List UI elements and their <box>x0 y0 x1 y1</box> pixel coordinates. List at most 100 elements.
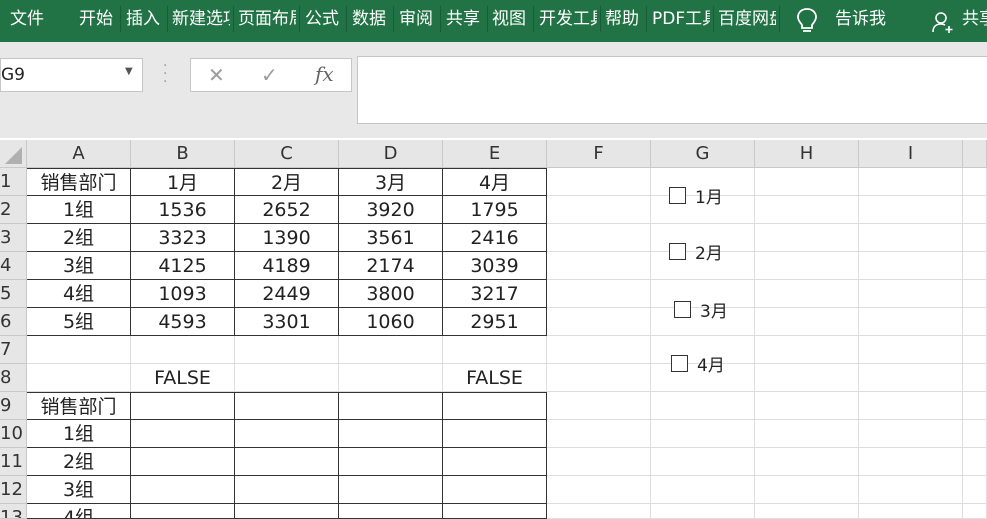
checkbox-apr[interactable]: 4月 <box>671 351 725 376</box>
row-header[interactable]: 4 <box>0 252 27 280</box>
select-all-corner[interactable] <box>0 140 27 168</box>
cell[interactable] <box>963 392 987 420</box>
cell[interactable]: 4组 <box>27 504 131 519</box>
cell[interactable]: 4125 <box>131 252 235 280</box>
cell[interactable]: FALSE <box>443 364 547 392</box>
cell[interactable] <box>651 476 755 504</box>
cell[interactable] <box>859 476 963 504</box>
cell[interactable]: 销售部门 <box>27 392 131 420</box>
cell[interactable]: 5组 <box>27 308 131 336</box>
cell[interactable] <box>963 308 987 336</box>
cell[interactable]: 3800 <box>339 280 443 308</box>
cell[interactable] <box>235 336 339 364</box>
cell[interactable]: 2174 <box>339 252 443 280</box>
cell[interactable] <box>547 476 651 504</box>
cell[interactable] <box>443 448 547 476</box>
cell[interactable]: 1060 <box>339 308 443 336</box>
cell[interactable]: 1795 <box>443 196 547 224</box>
cell[interactable]: 3217 <box>443 280 547 308</box>
row-header[interactable]: 1 <box>0 168 27 196</box>
cell[interactable] <box>131 336 235 364</box>
cell[interactable]: 3301 <box>235 308 339 336</box>
row-header[interactable]: 12 <box>0 476 27 504</box>
cell[interactable] <box>235 448 339 476</box>
column-header[interactable]: I <box>859 140 963 168</box>
cell[interactable] <box>859 196 963 224</box>
cell[interactable] <box>755 196 859 224</box>
checkbox-box[interactable] <box>669 186 686 204</box>
cell[interactable] <box>443 476 547 504</box>
cell[interactable] <box>755 504 859 519</box>
row-header[interactable]: 6 <box>0 308 27 336</box>
cell[interactable] <box>547 420 651 448</box>
cell[interactable] <box>859 364 963 392</box>
cell[interactable] <box>339 392 443 420</box>
cell[interactable] <box>339 364 443 392</box>
cell[interactable] <box>131 392 235 420</box>
cell[interactable] <box>443 420 547 448</box>
checkbox-box[interactable] <box>674 300 691 318</box>
cell[interactable]: 4月 <box>443 168 547 196</box>
cell[interactable]: 2449 <box>235 280 339 308</box>
cell[interactable]: 1536 <box>131 196 235 224</box>
row-header[interactable]: 9 <box>0 392 27 420</box>
cell[interactable] <box>547 448 651 476</box>
cell[interactable] <box>235 476 339 504</box>
row-header[interactable]: 7 <box>0 336 27 364</box>
cell[interactable] <box>859 336 963 364</box>
cell[interactable] <box>131 504 235 519</box>
cell[interactable]: 2951 <box>443 308 547 336</box>
cell[interactable] <box>443 336 547 364</box>
column-header[interactable]: B <box>131 140 235 168</box>
cell[interactable] <box>963 196 987 224</box>
cell[interactable] <box>963 504 987 519</box>
cell[interactable] <box>859 504 963 519</box>
cell[interactable] <box>859 392 963 420</box>
checkbox-mar[interactable]: 3月 <box>674 297 728 322</box>
cell[interactable] <box>963 224 987 252</box>
cell[interactable] <box>547 392 651 420</box>
cell[interactable]: 1390 <box>235 224 339 252</box>
checkbox-jan[interactable]: 1月 <box>669 183 723 208</box>
cell[interactable] <box>547 252 651 280</box>
cell[interactable]: 1组 <box>27 420 131 448</box>
cell[interactable] <box>547 168 651 196</box>
cell[interactable] <box>755 476 859 504</box>
cell[interactable] <box>339 504 443 519</box>
cell[interactable] <box>547 280 651 308</box>
column-header[interactable]: C <box>235 140 339 168</box>
cell[interactable] <box>547 308 651 336</box>
cell[interactable] <box>443 392 547 420</box>
cell[interactable] <box>547 364 651 392</box>
cell[interactable] <box>963 252 987 280</box>
cell[interactable] <box>755 364 859 392</box>
cell[interactable]: 2416 <box>443 224 547 252</box>
cell[interactable] <box>963 280 987 308</box>
cell[interactable] <box>443 504 547 519</box>
cell[interactable] <box>235 364 339 392</box>
cell[interactable] <box>963 168 987 196</box>
cell[interactable] <box>859 252 963 280</box>
cell[interactable]: 2月 <box>235 168 339 196</box>
cell[interactable]: 3323 <box>131 224 235 252</box>
cell[interactable] <box>27 364 131 392</box>
column-header[interactable]: A <box>27 140 131 168</box>
row-header[interactable]: 3 <box>0 224 27 252</box>
cell[interactable] <box>755 224 859 252</box>
cell[interactable] <box>963 476 987 504</box>
cell[interactable]: 1组 <box>27 196 131 224</box>
column-header[interactable]: D <box>339 140 443 168</box>
cell[interactable]: FALSE <box>131 364 235 392</box>
checkbox-feb[interactable]: 2月 <box>669 239 723 264</box>
cell[interactable] <box>755 280 859 308</box>
cell[interactable] <box>651 420 755 448</box>
column-header[interactable]: H <box>755 140 859 168</box>
cell[interactable]: 2652 <box>235 196 339 224</box>
cell[interactable] <box>547 196 651 224</box>
cell[interactable] <box>755 448 859 476</box>
cell[interactable] <box>963 336 987 364</box>
cell[interactable] <box>755 168 859 196</box>
column-header[interactable]: F <box>547 140 651 168</box>
cell[interactable] <box>651 392 755 420</box>
cell[interactable] <box>963 364 987 392</box>
